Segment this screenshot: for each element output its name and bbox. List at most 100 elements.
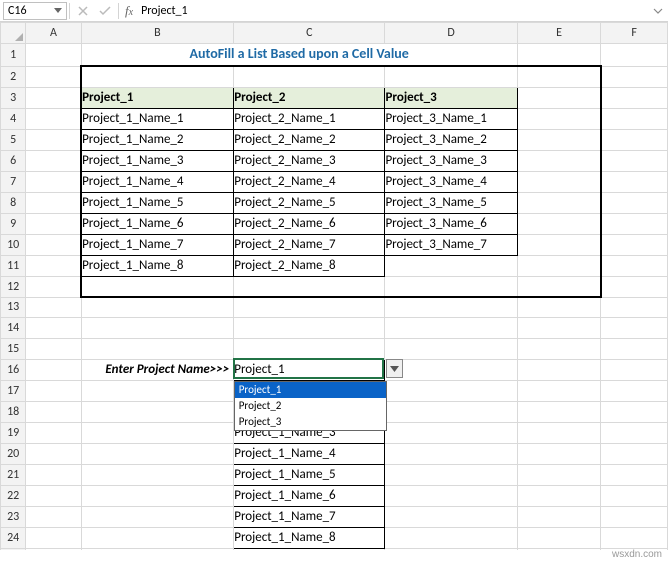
dropdown-option[interactable]: Project_3 [235, 414, 386, 430]
cell[interactable] [601, 317, 668, 338]
row-header[interactable]: 15 [1, 338, 26, 359]
col-header-A[interactable]: A [26, 23, 81, 44]
cell[interactable] [26, 359, 81, 380]
cell[interactable] [26, 150, 81, 171]
fx-icon[interactable]: fx [125, 3, 133, 19]
prompt-label[interactable]: Enter Project Name>>> [81, 359, 234, 380]
cell[interactable] [601, 443, 668, 464]
col-header-C[interactable]: C [234, 23, 385, 44]
cell[interactable] [26, 422, 81, 443]
table-cell[interactable]: Project_3_Name_5 [385, 192, 517, 213]
cell[interactable] [26, 401, 81, 422]
cell[interactable] [517, 276, 601, 297]
table-cell[interactable]: Project_2_Name_8 [234, 255, 385, 276]
cell[interactable] [26, 297, 81, 317]
cell[interactable] [81, 317, 234, 338]
cell[interactable] [601, 506, 668, 527]
cell[interactable] [385, 443, 517, 464]
cell[interactable] [81, 66, 234, 87]
cell[interactable] [601, 66, 668, 87]
row-header[interactable]: 10 [1, 234, 26, 255]
cell[interactable] [81, 464, 234, 485]
cell[interactable] [517, 464, 601, 485]
name-box-dropdown-icon[interactable] [51, 4, 65, 18]
data-validation-cell[interactable]: Project_1 [234, 359, 385, 380]
cell[interactable] [517, 234, 601, 255]
cell[interactable] [601, 401, 668, 422]
dropdown-option[interactable]: Project_1 [235, 382, 386, 398]
cell[interactable] [601, 150, 668, 171]
table-cell[interactable]: Project_3_Name_1 [385, 108, 517, 129]
col-header-B[interactable]: B [81, 23, 234, 44]
cell[interactable] [601, 338, 668, 359]
cell[interactable] [601, 171, 668, 192]
title-cell[interactable]: AutoFill a List Based upon a Cell Value [81, 44, 517, 67]
table-cell[interactable]: Project_3_Name_3 [385, 150, 517, 171]
spreadsheet-grid[interactable]: A B C D E F 1 AutoFill a List Based upon… [0, 22, 668, 550]
cell[interactable] [517, 359, 601, 380]
row-header[interactable]: 9 [1, 213, 26, 234]
cell[interactable] [26, 87, 81, 108]
result-cell[interactable]: Project_1_Name_7 [234, 506, 385, 527]
cell[interactable] [26, 338, 81, 359]
col-header-F[interactable]: F [601, 23, 668, 44]
cell[interactable] [517, 422, 601, 443]
cell[interactable] [601, 108, 668, 129]
row-header[interactable]: 4 [1, 108, 26, 129]
cell[interactable] [601, 44, 668, 67]
formula-input[interactable]: Project_1 [139, 4, 648, 18]
cell[interactable] [26, 527, 81, 548]
cell[interactable] [385, 297, 517, 317]
cell[interactable] [601, 129, 668, 150]
row-header[interactable]: 20 [1, 443, 26, 464]
row-header[interactable]: 13 [1, 297, 26, 317]
cell[interactable] [81, 380, 234, 401]
table-cell[interactable]: Project_2_Name_6 [234, 213, 385, 234]
table-cell[interactable]: Project_1_Name_5 [81, 192, 234, 213]
cell[interactable] [81, 527, 234, 548]
cell[interactable] [26, 443, 81, 464]
cell[interactable] [234, 297, 385, 317]
cell[interactable] [601, 234, 668, 255]
cell[interactable] [385, 359, 517, 380]
cancel-formula-icon[interactable] [72, 0, 94, 22]
cell[interactable] [234, 548, 385, 550]
row-header[interactable]: 11 [1, 255, 26, 276]
row-header[interactable]: 6 [1, 150, 26, 171]
row-header[interactable] [1, 548, 26, 550]
dropdown-list[interactable]: Project_1 Project_2 Project_3 [234, 381, 387, 431]
cell[interactable] [517, 255, 601, 276]
cell[interactable] [385, 548, 517, 550]
cell[interactable] [26, 234, 81, 255]
row-header[interactable]: 22 [1, 485, 26, 506]
cell[interactable] [517, 171, 601, 192]
cell[interactable] [81, 422, 234, 443]
table-header[interactable]: Project_3 [385, 87, 517, 108]
table-cell[interactable]: Project_2_Name_4 [234, 171, 385, 192]
cell[interactable] [26, 192, 81, 213]
cell[interactable] [81, 401, 234, 422]
cell[interactable] [234, 317, 385, 338]
cell[interactable] [517, 443, 601, 464]
table-cell[interactable]: Project_3_Name_4 [385, 171, 517, 192]
cell[interactable] [26, 464, 81, 485]
table-cell[interactable]: Project_1_Name_2 [81, 129, 234, 150]
row-header[interactable]: 7 [1, 171, 26, 192]
cell[interactable] [385, 422, 517, 443]
cell[interactable] [81, 485, 234, 506]
row-header[interactable]: 2 [1, 66, 26, 87]
table-cell[interactable]: Project_1_Name_4 [81, 171, 234, 192]
table-cell[interactable]: Project_1_Name_8 [81, 255, 234, 276]
cell[interactable] [517, 297, 601, 317]
row-header[interactable]: 3 [1, 87, 26, 108]
cell[interactable] [385, 527, 517, 548]
cell[interactable] [26, 380, 81, 401]
row-header[interactable]: 19 [1, 422, 26, 443]
cell[interactable] [81, 443, 234, 464]
row-header[interactable]: 14 [1, 317, 26, 338]
cell[interactable] [517, 87, 601, 108]
cell[interactable] [601, 485, 668, 506]
cell[interactable] [517, 129, 601, 150]
cell[interactable] [26, 506, 81, 527]
table-cell[interactable]: Project_2_Name_7 [234, 234, 385, 255]
